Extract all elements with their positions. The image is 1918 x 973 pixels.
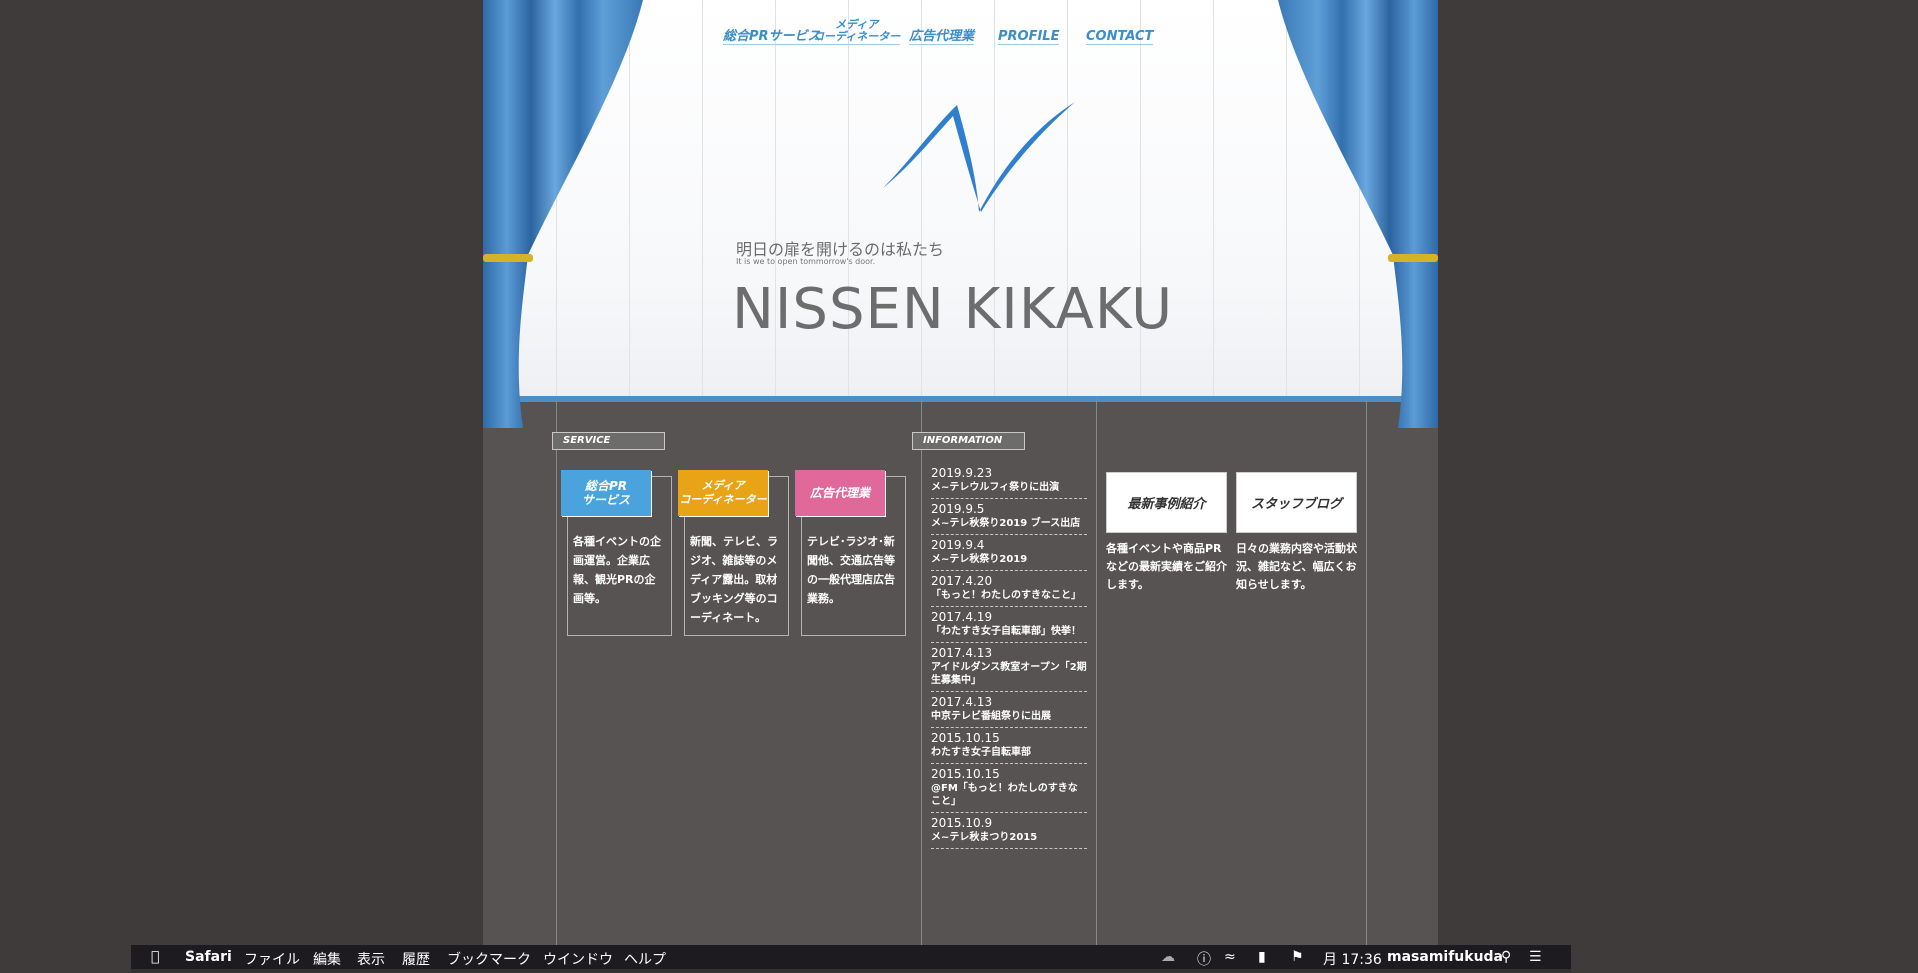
list-item[interactable]: 2017.4.19 「わたすき女子自転車部」快挙！ [931, 607, 1087, 643]
list-item[interactable]: 2019.9.4 メ~テレ秋祭り2019 [931, 535, 1087, 571]
wifi-icon[interactable]: ≈ [1224, 949, 1236, 965]
latest-cases-button[interactable]: 最新事例紹介 [1106, 472, 1227, 533]
list-item[interactable]: 2017.4.13 中京テレビ番組祭りに出展 [931, 692, 1087, 728]
menu-view[interactable]: 表示 [357, 949, 385, 969]
latest-cases-desc: 各種イベントや商品PRなどの最新実績をご紹介します。 [1106, 542, 1227, 591]
list-item[interactable]: 2017.4.20 「もっと！わたしのすきなこと」 [931, 571, 1087, 607]
clock[interactable]: 月 17:36 [1323, 949, 1382, 969]
service-desc-pr: 各種イベントの企画運営。企業広報、観光PRの企画等。 [573, 535, 661, 605]
user-name[interactable]: masamifukuda [1387, 949, 1503, 965]
list-item[interactable]: 2015.10.15 @FM「もっと！わたしのすきなこと」 [931, 764, 1087, 813]
menu-history[interactable]: 履歴 [402, 949, 430, 969]
list-item[interactable]: 2019.9.5 メ~テレ秋祭り2019 ブース出店 [931, 499, 1087, 535]
service-tag-pr[interactable]: 総合PR サービス [561, 470, 651, 516]
menu-file[interactable]: ファイル [244, 949, 300, 969]
nav-profile[interactable]: PROFILE [998, 30, 1060, 45]
menu-bookmarks[interactable]: ブックマーク [447, 949, 531, 969]
menu-app-name[interactable]: Safari [185, 949, 232, 965]
flag-input-icon[interactable]: ⚑ [1291, 949, 1304, 965]
list-item[interactable]: 2015.10.9 メ~テレ秋まつり2015 [931, 813, 1087, 849]
brand-name: NISSEN KIKAKU [732, 277, 1174, 342]
apple-icon[interactable]:  [151, 949, 159, 965]
website-page: 総合PRサービス メディア コーディネーター 広告代理業 PROFILE CON… [483, 0, 1438, 945]
nav-contact[interactable]: CONTACT [1086, 30, 1154, 45]
staff-blog-desc: 日々の業務内容や活動状況、雑記など、幅広くお知らせします。 [1236, 542, 1357, 591]
battery-icon[interactable]: ▮ [1258, 949, 1266, 965]
list-item[interactable]: 2015.10.15 わたすき女子自転車部 [931, 728, 1087, 764]
nav-pr-service[interactable]: 総合PRサービス [723, 30, 821, 45]
menu-help[interactable]: ヘルプ [624, 949, 666, 969]
menu-window[interactable]: ウインドウ [543, 949, 613, 969]
service-desc-media: 新聞、テレビ、ラジオ、雑誌等のメディア露出。取材ブッキング等のコーディネート。 [690, 535, 778, 624]
list-item[interactable]: 2017.4.13 アイドルダンス教室オープン「2期生募集中」 [931, 643, 1087, 692]
list-item[interactable]: 2019.9.23 メ~テレウルフィ祭りに出演 [931, 463, 1087, 499]
company-logo-image [883, 102, 1075, 212]
creative-cloud-icon[interactable]: ☁ [1161, 949, 1175, 965]
macos-menu-bar:  Safari ファイル 編集 表示 履歴 ブックマーク ウインドウ ヘルプ … [131, 945, 1571, 973]
info-icon[interactable]: ⓘ [1197, 949, 1211, 969]
menu-edit[interactable]: 編集 [313, 949, 341, 969]
right-curtain-image [1278, 0, 1438, 428]
service-section-label: SERVICE [552, 432, 665, 450]
service-tag-advertising[interactable]: 広告代理業 [795, 470, 885, 516]
information-list: 2019.9.23 メ~テレウルフィ祭りに出演 2019.9.5 メ~テレ秋祭り20… [931, 463, 1087, 849]
notification-list-icon[interactable]: ☰ [1529, 949, 1542, 965]
staff-blog-button[interactable]: スタッフブログ [1236, 472, 1357, 533]
service-tag-media[interactable]: メディア コーディネーター [678, 470, 768, 516]
left-curtain-image [483, 0, 643, 428]
service-desc-advertising: テレビ･ラジオ･新聞他、交通広告等の一般代理店広告業務。 [807, 535, 895, 605]
information-section-label: INFORMATION [912, 432, 1025, 450]
nav-advertising-agency[interactable]: 広告代理業 [909, 30, 975, 45]
nav-media-coordinator[interactable]: メディア コーディネーター [813, 19, 901, 45]
tagline-english: It is we to open tommorrow's door. [736, 257, 876, 266]
search-icon[interactable]: ⚲ [1501, 949, 1511, 965]
